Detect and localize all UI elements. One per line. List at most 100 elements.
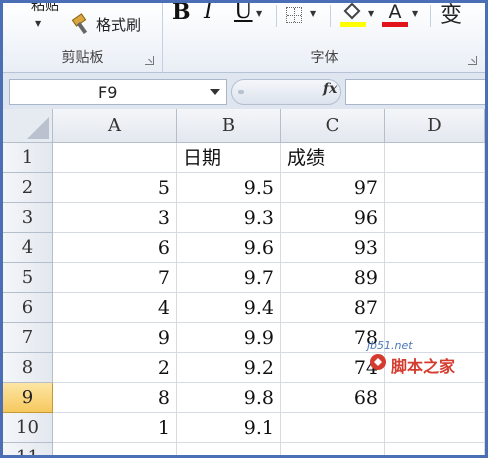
- row-header-1[interactable]: 1: [3, 143, 53, 173]
- format-painter-label: 格式刷: [96, 15, 142, 34]
- column-header-d[interactable]: D: [385, 109, 485, 143]
- row-header-9[interactable]: 9: [3, 383, 53, 413]
- cell-d3[interactable]: [385, 203, 485, 233]
- underline-button[interactable]: U: [234, 3, 253, 24]
- cell-a5[interactable]: 7: [53, 263, 177, 293]
- cell-b10[interactable]: 9.1: [177, 413, 281, 443]
- font-color-swatch: [382, 22, 408, 27]
- row-header-11[interactable]: 11: [3, 443, 53, 455]
- cell-c2[interactable]: 97: [281, 173, 385, 203]
- row-header-3[interactable]: 3: [3, 203, 53, 233]
- row-header-6[interactable]: 6: [3, 293, 53, 323]
- cell-c10[interactable]: [281, 413, 385, 443]
- cell-d11[interactable]: [385, 443, 485, 455]
- clipboard-dialog-launcher-icon[interactable]: [145, 56, 154, 65]
- font-color-button[interactable]: A: [382, 3, 408, 29]
- fill-color-button[interactable]: [340, 3, 366, 29]
- borders-dropdown-icon[interactable]: ▼: [310, 9, 316, 18]
- select-all-triangle-icon: [27, 117, 49, 139]
- cell-d6[interactable]: [385, 293, 485, 323]
- separator: [430, 5, 431, 27]
- cell-c9[interactable]: 68: [281, 383, 385, 413]
- cell-a3[interactable]: 3: [53, 203, 177, 233]
- font-dialog-launcher-icon[interactable]: [468, 56, 477, 65]
- cell-c1[interactable]: 成绩: [281, 143, 385, 173]
- row-header-5[interactable]: 5: [3, 263, 53, 293]
- ribbon: 粘贴 ▼ 格式刷 剪贴板 B I U ▼ ▼ ▼ A ▼ 变 字体: [3, 3, 485, 73]
- fill-color-swatch: [340, 22, 366, 27]
- cell-d10[interactable]: [385, 413, 485, 443]
- clipboard-group: 粘贴 ▼ 格式刷 剪贴板: [3, 3, 163, 73]
- watermark: jb51.net 脚本之家: [355, 339, 485, 376]
- cell-d2[interactable]: [385, 173, 485, 203]
- cell-b8[interactable]: 9.2: [177, 353, 281, 383]
- paintbrush-icon: [71, 13, 93, 35]
- name-box-value: F9: [98, 83, 118, 102]
- underline-dropdown-icon[interactable]: ▼: [256, 9, 262, 18]
- font-group: B I U ▼ ▼ ▼ A ▼ 变 字体: [164, 3, 485, 73]
- italic-button[interactable]: I: [204, 3, 213, 24]
- row-header-2[interactable]: 2: [3, 173, 53, 203]
- name-box[interactable]: F9: [9, 79, 227, 105]
- cell-a11[interactable]: [53, 443, 177, 455]
- cell-d1[interactable]: [385, 143, 485, 173]
- cell-a6[interactable]: 4: [53, 293, 177, 323]
- cell-b4[interactable]: 9.6: [177, 233, 281, 263]
- cell-b1[interactable]: 日期: [177, 143, 281, 173]
- format-painter-button[interactable]: 格式刷: [71, 13, 141, 35]
- cell-b6[interactable]: 9.4: [177, 293, 281, 323]
- row-header-4[interactable]: 4: [3, 233, 53, 263]
- borders-icon[interactable]: [286, 7, 302, 23]
- cell-b5[interactable]: 9.7: [177, 263, 281, 293]
- cell-a9[interactable]: 8: [53, 383, 177, 413]
- phonetic-guide-button[interactable]: 变: [440, 3, 462, 29]
- separator: [330, 5, 331, 27]
- font-color-dropdown-icon[interactable]: ▼: [412, 9, 418, 18]
- cell-b7[interactable]: 9.9: [177, 323, 281, 353]
- name-box-dropdown-icon[interactable]: [210, 89, 220, 95]
- font-group-label: 字体: [310, 50, 339, 66]
- cell-c5[interactable]: 89: [281, 263, 385, 293]
- cell-c6[interactable]: 87: [281, 293, 385, 323]
- watermark-name: 脚本之家: [391, 357, 456, 376]
- formula-bar: F9 fx: [3, 73, 485, 109]
- insert-function-button[interactable]: fx: [323, 81, 337, 97]
- watermark-url: jb51.net: [367, 339, 413, 352]
- row-header-10[interactable]: 10: [3, 413, 53, 443]
- cell-a1[interactable]: [53, 143, 177, 173]
- cell-d9[interactable]: [385, 383, 485, 413]
- font-color-letter: A: [388, 1, 402, 23]
- cell-c11[interactable]: [281, 443, 385, 455]
- clipboard-group-label: 剪贴板: [61, 50, 104, 66]
- paste-dropdown-icon[interactable]: ▼: [35, 19, 41, 28]
- bold-button[interactable]: B: [172, 3, 191, 25]
- watermark-logo-icon: [370, 354, 386, 370]
- cell-a2[interactable]: 5: [53, 173, 177, 203]
- paint-bucket-icon: [343, 3, 361, 20]
- column-header-c[interactable]: C: [281, 109, 385, 143]
- select-all-button[interactable]: [3, 109, 53, 143]
- row-header-8[interactable]: 8: [3, 353, 53, 383]
- splitter-handle-icon: [238, 90, 244, 94]
- cell-a7[interactable]: 9: [53, 323, 177, 353]
- row-header-7[interactable]: 7: [3, 323, 53, 353]
- cell-b2[interactable]: 9.5: [177, 173, 281, 203]
- cell-a4[interactable]: 6: [53, 233, 177, 263]
- cell-b3[interactable]: 9.3: [177, 203, 281, 233]
- fill-color-dropdown-icon[interactable]: ▼: [368, 9, 374, 18]
- excel-window: 粘贴 ▼ 格式刷 剪贴板 B I U ▼ ▼ ▼ A ▼ 变 字体 F9 fx …: [0, 0, 488, 458]
- cell-c4[interactable]: 93: [281, 233, 385, 263]
- spreadsheet-grid: A B C D 1 日期 成绩 2 5 9.5 97 3 3 9.3 96 4 6 9.6 93 5 7 9.7 89 6 4 9…: [3, 109, 485, 455]
- cell-a10[interactable]: 1: [53, 413, 177, 443]
- paste-button[interactable]: 粘贴: [31, 3, 59, 15]
- cell-d4[interactable]: [385, 233, 485, 263]
- cell-c3[interactable]: 96: [281, 203, 385, 233]
- cell-b9[interactable]: 9.8: [177, 383, 281, 413]
- cell-b11[interactable]: [177, 443, 281, 455]
- cell-d5[interactable]: [385, 263, 485, 293]
- cell-a8[interactable]: 2: [53, 353, 177, 383]
- column-header-b[interactable]: B: [177, 109, 281, 143]
- column-header-a[interactable]: A: [53, 109, 177, 143]
- separator: [276, 5, 277, 27]
- formula-input[interactable]: [345, 79, 485, 105]
